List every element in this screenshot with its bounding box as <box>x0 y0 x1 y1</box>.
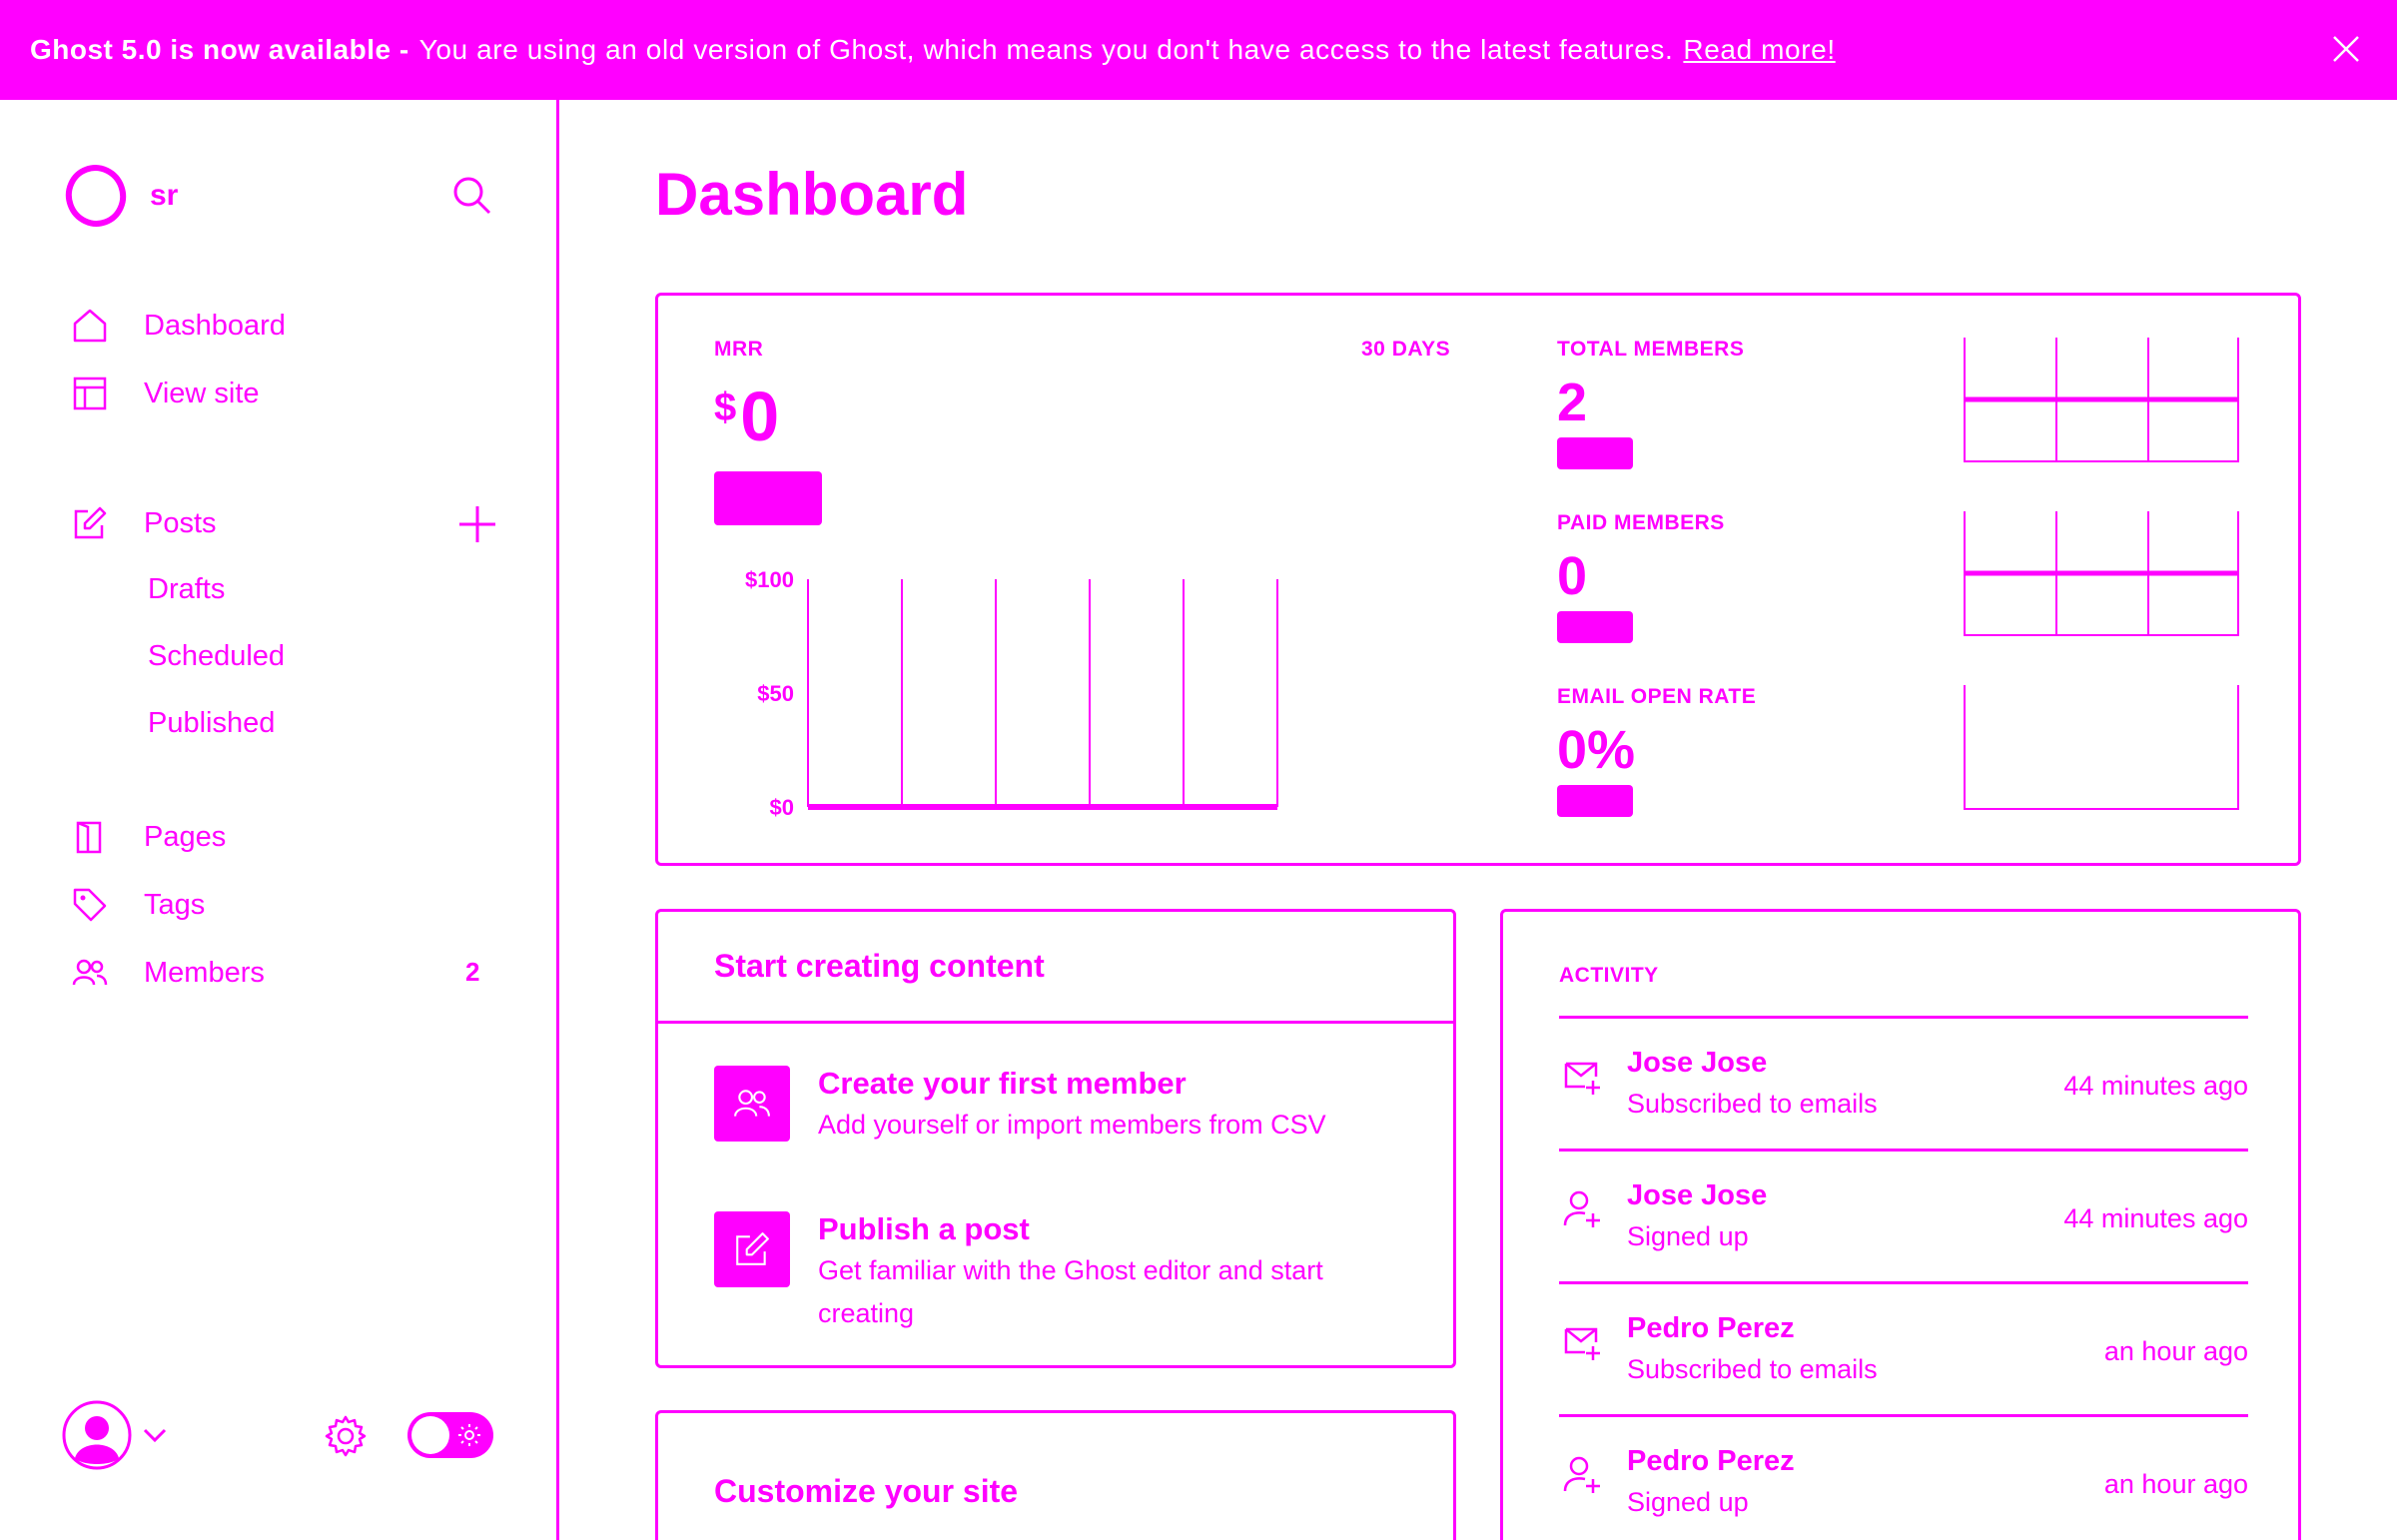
y-tick-label: $50 <box>757 681 794 706</box>
user-menu[interactable] <box>62 1400 168 1470</box>
activity-desc: Subscribed to emails <box>1627 1089 1878 1119</box>
list-item[interactable]: Jose Jose Signed up 44 minutes ago <box>1559 1149 2248 1281</box>
sidebar-item-label: View site <box>144 377 260 409</box>
mail-plus-icon <box>1563 1057 1603 1097</box>
mail-plus-icon <box>1563 1322 1603 1362</box>
list-item[interactable]: Pedro Perez Subscribed to emails an hour… <box>1559 1281 2248 1414</box>
paid-members-sparkline <box>1964 511 2239 636</box>
user-plus-icon <box>1563 1455 1603 1495</box>
y-tick-label: $100 <box>745 567 794 592</box>
layout-icon <box>72 376 116 411</box>
update-banner: Ghost 5.0 is now available - You are usi… <box>0 0 2397 100</box>
page-title: Dashboard <box>655 161 969 228</box>
start-creating-title: Start creating content <box>658 912 1453 1024</box>
email-open-rate-value: 0% <box>1557 720 1636 780</box>
list-item[interactable]: Pedro Perez Signed up an hour ago <box>1559 1414 2248 1540</box>
sidebar-item-dashboard[interactable]: Dashboard <box>72 308 286 344</box>
pages-icon <box>72 819 116 855</box>
activity-time: 44 minutes ago <box>2063 1203 2248 1233</box>
members-count-badge: 2 <box>465 957 480 987</box>
mrr-chart: $100 $50 $0 <box>745 567 1278 820</box>
y-tick-label: $0 <box>770 795 794 820</box>
sidebar-item-label: Dashboard <box>144 309 286 342</box>
edit-icon <box>714 1211 790 1287</box>
total-members-badge <box>1557 437 1633 469</box>
total-members-label: TOTAL MEMBERS <box>1557 338 1745 361</box>
email-open-rate-sparkline <box>1964 685 2239 810</box>
tag-icon <box>72 887 116 923</box>
toggle-knob <box>411 1416 449 1454</box>
search-icon[interactable] <box>451 175 493 217</box>
create-member-title: Create your first member <box>818 1066 1187 1101</box>
gear-icon[interactable] <box>324 1414 368 1458</box>
sidebar-item-pages[interactable]: Pages <box>72 819 226 855</box>
activity-desc: Subscribed to emails <box>1627 1354 1878 1384</box>
paid-members-badge <box>1557 611 1633 643</box>
activity-name: Pedro Perez <box>1627 1312 1795 1344</box>
edit-icon <box>72 505 116 541</box>
total-members-sparkline <box>1964 338 2239 462</box>
banner-headline: Ghost 5.0 is now available - <box>30 34 409 65</box>
sidebar-item-label: Members <box>144 956 265 989</box>
sidebar-item-drafts[interactable]: Drafts <box>148 573 225 606</box>
stats-card: MRR 30 DAYS $ 0 $100 $50 $0 TOTAL MEMBERS … <box>655 293 2301 866</box>
publish-post-title: Publish a post <box>818 1211 1030 1246</box>
mrr-label: MRR <box>714 338 764 361</box>
activity-name: Pedro Perez <box>1627 1445 1795 1477</box>
activity-card: ACTIVITY Jose Jose Subscribed to emails … <box>1500 909 2301 1540</box>
user-plus-icon <box>1563 1189 1603 1229</box>
site-logo-icon <box>64 164 128 228</box>
activity-time: 44 minutes ago <box>2063 1071 2248 1101</box>
activity-time: an hour ago <box>2103 1336 2248 1366</box>
create-member-item[interactable]: Create your first member Add yourself or… <box>714 1066 1377 1147</box>
site-brand[interactable]: sr <box>64 164 178 228</box>
sidebar-item-label: Pages <box>144 820 227 853</box>
email-open-rate-label: EMAIL OPEN RATE <box>1557 685 1757 708</box>
activity-desc: Signed up <box>1627 1487 1749 1517</box>
sidebar-item-label: Posts <box>144 506 217 539</box>
banner-message: You are using an old version of Ghost, w… <box>418 34 1674 65</box>
mrr-amount: 0 <box>740 378 780 455</box>
chevron-down-icon <box>142 1427 168 1443</box>
avatar <box>62 1400 132 1470</box>
activity-desc: Signed up <box>1627 1221 1749 1251</box>
activity-label: ACTIVITY <box>1559 964 1659 987</box>
total-members-value: 2 <box>1557 373 1588 432</box>
publish-post-desc: Get familiar with the Ghost editor and s… <box>818 1255 1323 1328</box>
home-icon <box>72 308 116 344</box>
members-icon <box>72 955 116 991</box>
sidebar-item-posts[interactable]: Posts <box>72 505 217 541</box>
new-post-plus-icon[interactable] <box>457 504 497 544</box>
sidebar-item-view-site[interactable]: View site <box>72 376 260 411</box>
sidebar-item-scheduled[interactable]: Scheduled <box>148 640 285 673</box>
publish-post-item[interactable]: Publish a post Get familiar with the Gho… <box>714 1211 1377 1335</box>
activity-name: Jose Jose <box>1627 1047 1768 1079</box>
range-label[interactable]: 30 DAYS <box>1361 338 1450 362</box>
mrr-trend-badge <box>714 471 822 525</box>
site-name: sr <box>150 179 179 212</box>
sidebar-item-label: Tags <box>144 888 206 921</box>
start-creating-card: Start creating content Create your first… <box>655 909 1456 1368</box>
email-open-rate-badge <box>1557 785 1633 817</box>
create-member-desc: Add yourself or import members from CSV <box>818 1110 1326 1140</box>
close-icon[interactable] <box>2331 34 2361 64</box>
sidebar: sr Dashboard View site Posts Drafts Sche… <box>0 100 559 1540</box>
theme-toggle[interactable] <box>407 1412 493 1458</box>
paid-members-label: PAID MEMBERS <box>1557 511 1725 534</box>
members-icon <box>714 1066 790 1142</box>
activity-name: Jose Jose <box>1627 1179 1768 1211</box>
list-item[interactable]: Jose Jose Subscribed to emails 44 minute… <box>1559 1016 2248 1149</box>
mrr-currency: $ <box>714 385 737 429</box>
sidebar-item-members[interactable]: Members <box>72 955 265 991</box>
sun-icon <box>457 1423 481 1447</box>
sidebar-item-tags[interactable]: Tags <box>72 887 205 923</box>
mrr-value: $ 0 <box>714 382 779 451</box>
activity-time: an hour ago <box>2103 1469 2248 1499</box>
customize-card[interactable]: Customize your site <box>655 1410 1456 1540</box>
sidebar-item-published[interactable]: Published <box>148 707 275 740</box>
paid-members-value: 0 <box>1557 546 1588 606</box>
customize-title: Customize your site <box>714 1473 1019 1509</box>
banner-read-more-link[interactable]: Read more! <box>1683 34 1835 66</box>
